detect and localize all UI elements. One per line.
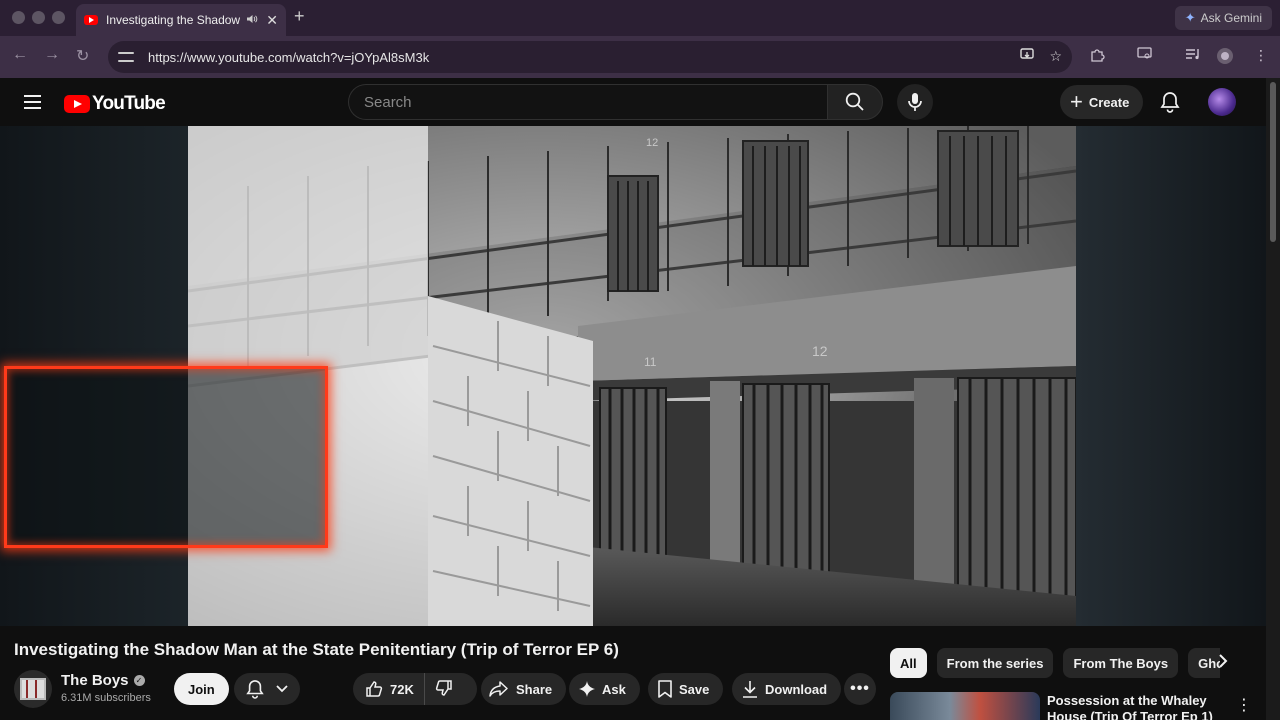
forward-arrow-icon[interactable]: → [44, 46, 60, 64]
join-button[interactable]: Join [174, 673, 229, 705]
new-tab-plus-icon[interactable]: + [294, 6, 305, 27]
page-scrollbar[interactable] [1266, 78, 1280, 720]
search-icon [845, 92, 864, 111]
browser-menu-icon[interactable]: ⋮ [1252, 47, 1270, 65]
cast-icon[interactable] [1136, 47, 1154, 65]
share-arrow-icon [489, 681, 509, 697]
youtube-logo[interactable]: YouTube [64, 93, 166, 115]
minimize-window-dot[interactable] [32, 11, 45, 24]
like-count: 72K [390, 681, 414, 697]
gemini-sparkle-icon: ✦ [1184, 10, 1196, 25]
account-avatar[interactable] [1208, 88, 1236, 116]
cell-number-upper: 12 [646, 137, 658, 149]
address-bar[interactable]: https://www.youtube.com/watch?v=jOYpAl8s… [108, 41, 1072, 73]
create-button[interactable]: + Create [1060, 85, 1144, 119]
chip-ghost-truncated[interactable]: Ghos [1188, 648, 1220, 678]
url-text: https://www.youtube.com/watch?v=jOYpAl8s… [148, 49, 430, 65]
like-button[interactable]: 72K [353, 673, 425, 705]
like-dislike-group: 72K [353, 673, 477, 705]
extensions-puzzle-icon[interactable] [1088, 47, 1106, 65]
glowing-red-frame-overlay [4, 366, 328, 548]
browser-toolbar: ← → ↻ https://www.youtube.com/watch?v=jO… [0, 36, 1280, 78]
maximize-window-dot[interactable] [52, 11, 65, 24]
recommended-video-title[interactable]: Possession at the Whaley House (Trip Of … [1047, 693, 1217, 720]
ask-button[interactable]: Ask [569, 673, 640, 705]
notifications-bell-icon[interactable] [1160, 91, 1180, 118]
cell-number-11: 11 [644, 355, 657, 369]
bell-icon [246, 680, 264, 699]
create-label: Create [1088, 94, 1130, 110]
sparkle-icon [579, 681, 595, 697]
recommendation-filter-chips: All From the series From The Boys Ghos [890, 648, 1220, 678]
more-actions-icon[interactable]: ••• [844, 673, 876, 705]
video-player[interactable]: 12 11 12 [0, 126, 1266, 626]
ask-gemini-label: Ask Gemini [1200, 11, 1262, 25]
masthead: YouTube + Create [0, 78, 1266, 126]
cell-number-12: 12 [812, 343, 828, 359]
download-label: Download [765, 681, 828, 697]
thumbs-down-icon [435, 679, 453, 700]
install-app-icon[interactable] [1020, 48, 1035, 65]
tab-close-icon[interactable]: ✕ [266, 12, 278, 29]
hamburger-menu-icon[interactable] [24, 95, 41, 109]
media-controls-icon[interactable] [1184, 47, 1202, 65]
search-input[interactable] [349, 85, 828, 119]
chip-from-the-series[interactable]: From the series [936, 648, 1054, 678]
bookmark-icon [658, 680, 672, 698]
reload-icon[interactable]: ↻ [76, 46, 89, 66]
youtube-play-logo-icon [64, 95, 90, 113]
chip-from-the-boys[interactable]: From The Boys [1063, 648, 1179, 678]
download-icon [742, 680, 758, 698]
youtube-page: YouTube + Create [0, 78, 1266, 720]
chip-all[interactable]: All [890, 648, 927, 678]
thumbs-up-icon [365, 680, 383, 698]
dislike-button[interactable] [425, 679, 463, 700]
speaker-icon[interactable] [246, 14, 258, 27]
youtube-wordmark: YouTube [92, 93, 166, 114]
verified-check-icon: ✓ [133, 675, 145, 686]
save-button[interactable]: Save [648, 673, 724, 705]
back-arrow-icon[interactable]: ← [12, 46, 28, 64]
player-right-backdrop [1076, 126, 1266, 626]
scrollbar-thumb[interactable] [1270, 82, 1276, 242]
channel-name-row[interactable]: The Boys ✓ [61, 672, 145, 689]
ask-label: Ask [602, 681, 626, 697]
recommended-video-thumbnail[interactable] [890, 692, 1040, 720]
youtube-favicon-icon [84, 15, 98, 25]
save-label: Save [679, 681, 710, 697]
kebab-menu-icon[interactable]: ⋮ [1236, 695, 1252, 715]
channel-avatar[interactable] [14, 670, 52, 708]
bookmark-star-icon[interactable]: ☆ [1049, 48, 1062, 65]
browser-titlebar: Investigating the Shadow ✕ + ✦ Ask Gemin… [0, 0, 1280, 36]
chevron-down-icon [276, 685, 288, 693]
close-window-dot[interactable] [12, 11, 25, 24]
video-title: Investigating the Shadow Man at the Stat… [14, 640, 619, 659]
voice-search-button[interactable] [897, 84, 933, 120]
share-label: Share [516, 681, 553, 697]
chevron-right-icon[interactable] [1218, 653, 1228, 674]
search-box[interactable] [348, 84, 828, 120]
microphone-icon [908, 93, 922, 111]
subscribed-notifications-button[interactable] [234, 673, 300, 705]
tab-title: Investigating the Shadow [106, 13, 241, 27]
plus-icon: + [1070, 89, 1083, 114]
channel-name[interactable]: The Boys [61, 672, 129, 689]
search-button[interactable] [827, 84, 883, 120]
site-settings-icon[interactable] [118, 49, 134, 65]
subscriber-count: 6.31M subscribers [61, 692, 151, 704]
share-button[interactable]: Share [481, 673, 567, 705]
ask-gemini-button[interactable]: ✦ Ask Gemini [1174, 6, 1272, 30]
browser-tab-active[interactable]: Investigating the Shadow ✕ [76, 4, 286, 36]
download-button[interactable]: Download [732, 673, 842, 705]
profile-icon[interactable] [1216, 47, 1234, 65]
